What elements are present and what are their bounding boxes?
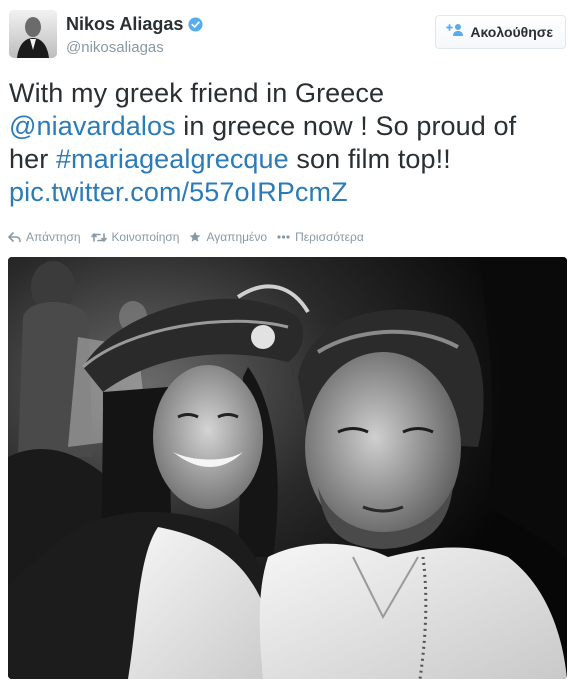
- tweet-text-line: her: [9, 144, 56, 174]
- favorite-label: Αγαπημένο: [206, 230, 268, 244]
- tweet-actions: Απάντηση Κοινοποίηση Αγαπημένο Περισσότε…: [8, 230, 374, 244]
- tweet-text-line: With my greek friend in Greece: [9, 78, 385, 108]
- favorite-action[interactable]: Αγαπημένο: [189, 230, 267, 244]
- tweet-header: Nikos Aliagas @nikosaliagas Ακολούθησε: [9, 10, 566, 60]
- retweet-label: Κοινοποίηση: [111, 230, 180, 244]
- verified-badge-icon: [188, 16, 203, 32]
- more-dots-icon: [277, 235, 290, 239]
- retweet-action[interactable]: Κοινοποίηση: [90, 230, 180, 244]
- tweet-text-line: in greece now ! So proud of: [175, 111, 517, 141]
- more-label: Περισσότερα: [295, 230, 364, 244]
- tweet-text-line: son film top!!: [288, 144, 451, 174]
- add-user-icon: [446, 23, 464, 42]
- avatar[interactable]: [9, 10, 57, 58]
- follow-button[interactable]: Ακολούθησε: [435, 15, 566, 49]
- author-handle[interactable]: @nikosaliagas: [66, 39, 203, 56]
- author-name[interactable]: Nikos Aliagas: [66, 14, 183, 35]
- hashtag-link[interactable]: #mariagealgrecque: [56, 144, 289, 174]
- star-icon: [189, 231, 201, 243]
- follow-button-label: Ακολούθησε: [470, 24, 553, 40]
- retweet-icon: [90, 232, 107, 243]
- tweet-photo[interactable]: [8, 257, 567, 679]
- media-link[interactable]: pic.twitter.com/557oIRPcmZ: [9, 177, 348, 207]
- more-action[interactable]: Περισσότερα: [277, 230, 364, 244]
- reply-icon: [8, 231, 21, 243]
- reply-action[interactable]: Απάντηση: [8, 230, 81, 244]
- tweet-text: With my greek friend in Greece @niavarda…: [9, 77, 564, 209]
- reply-label: Απάντηση: [26, 230, 81, 244]
- mention-link[interactable]: @niavardalos: [9, 111, 176, 141]
